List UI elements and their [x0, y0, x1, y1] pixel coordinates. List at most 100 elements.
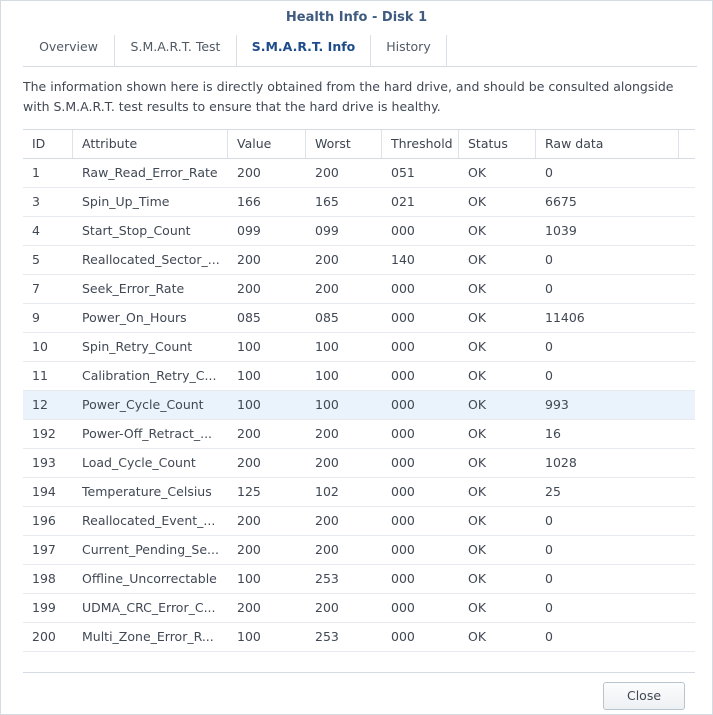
cell-threshold: 000	[391, 542, 415, 557]
cell-threshold: 000	[391, 339, 415, 354]
cell-status: OK	[468, 397, 487, 412]
cell-status: OK	[468, 600, 487, 615]
cell-raw-data: 0	[545, 281, 553, 296]
cell-raw-data: 0	[545, 600, 553, 615]
cell-status: OK	[468, 542, 487, 557]
tab-bar: Overview S.M.A.R.T. Test S.M.A.R.T. Info…	[23, 35, 697, 67]
tab-overview[interactable]: Overview	[23, 35, 115, 66]
column-header-attribute[interactable]: Attribute	[73, 130, 228, 158]
cell-raw-data: 0	[545, 368, 553, 383]
column-header-id[interactable]: ID	[23, 130, 73, 158]
table-row[interactable]: 193 Load_Cycle_Count 200 200 000 OK 1028	[23, 449, 695, 478]
cell-id: 1	[32, 165, 40, 180]
cell-id: 10	[32, 339, 48, 354]
cell-value: 100	[237, 368, 261, 383]
cell-attribute: Load_Cycle_Count	[82, 455, 196, 470]
table-row[interactable]: 196 Reallocated_Event_... 200 200 000 OK 0	[23, 507, 695, 536]
column-header-worst[interactable]: Worst	[306, 130, 382, 158]
cell-raw-data: 0	[545, 542, 553, 557]
table-row[interactable]: 1 Raw_Read_Error_Rate 200 200 051 OK 0	[23, 159, 695, 188]
cell-attribute: Spin_Up_Time	[82, 194, 170, 209]
cell-attribute: Power_On_Hours	[82, 310, 187, 325]
cell-raw-data: 16	[545, 426, 561, 441]
cell-raw-data: 0	[545, 629, 553, 644]
cell-value: 200	[237, 281, 261, 296]
cell-threshold: 000	[391, 600, 415, 615]
tab-smart-info[interactable]: S.M.A.R.T. Info	[237, 35, 371, 66]
cell-threshold: 000	[391, 368, 415, 383]
cell-id: 194	[32, 484, 56, 499]
cell-worst: 200	[315, 252, 339, 267]
cell-raw-data: 0	[545, 513, 553, 528]
tab-history[interactable]: History	[371, 35, 447, 66]
cell-value: 125	[237, 484, 261, 499]
table-row[interactable]: 12 Power_Cycle_Count 100 100 000 OK 993	[23, 391, 695, 420]
cell-raw-data: 11406	[545, 310, 585, 325]
cell-status: OK	[468, 252, 487, 267]
cell-value: 200	[237, 600, 261, 615]
close-button[interactable]: Close	[603, 682, 685, 710]
cell-threshold: 021	[391, 194, 415, 209]
table-row[interactable]: 9 Power_On_Hours 085 085 000 OK 11406	[23, 304, 695, 333]
cell-status: OK	[468, 194, 487, 209]
cell-worst: 200	[315, 165, 339, 180]
cell-raw-data: 1039	[545, 223, 577, 238]
table-row[interactable]: 200 Multi_Zone_Error_R... 100 253 000 OK 0	[23, 623, 695, 652]
table-row[interactable]: 10 Spin_Retry_Count 100 100 000 OK 0	[23, 333, 695, 362]
table-row[interactable]: 5 Reallocated_Sector_... 200 200 140 OK 0	[23, 246, 695, 275]
cell-attribute: Current_Pending_Se...	[82, 542, 219, 557]
cell-worst: 102	[315, 484, 339, 499]
cell-raw-data: 1028	[545, 455, 577, 470]
cell-status: OK	[468, 455, 487, 470]
cell-value: 200	[237, 252, 261, 267]
cell-attribute: Power_Cycle_Count	[82, 397, 204, 412]
table-row[interactable]: 199 UDMA_CRC_Error_C... 200 200 000 OK 0	[23, 594, 695, 623]
cell-worst: 085	[315, 310, 339, 325]
cell-worst: 200	[315, 513, 339, 528]
cell-attribute: Calibration_Retry_C...	[82, 368, 217, 383]
cell-value: 100	[237, 339, 261, 354]
table-row[interactable]: 3 Spin_Up_Time 166 165 021 OK 6675	[23, 188, 695, 217]
table-row[interactable]: 7 Seek_Error_Rate 200 200 000 OK 0	[23, 275, 695, 304]
cell-raw-data: 6675	[545, 194, 577, 209]
cell-worst: 100	[315, 397, 339, 412]
cell-value: 100	[237, 629, 261, 644]
health-info-dialog: Health Info - Disk 1 Overview S.M.A.R.T.…	[0, 0, 713, 715]
cell-raw-data: 0	[545, 165, 553, 180]
cell-status: OK	[468, 426, 487, 441]
table-row[interactable]: 11 Calibration_Retry_C... 100 100 000 OK 0	[23, 362, 695, 391]
table-header: ID Attribute Value Worst Threshold Status Raw …	[23, 130, 695, 159]
cell-worst: 200	[315, 426, 339, 441]
cell-threshold: 000	[391, 281, 415, 296]
cell-worst: 253	[315, 571, 339, 586]
column-header-raw-data[interactable]: Raw data	[536, 130, 679, 158]
cell-value: 200	[237, 165, 261, 180]
column-header-threshold[interactable]: Threshold	[382, 130, 459, 158]
tab-smart-test[interactable]: S.M.A.R.T. Test	[115, 35, 237, 66]
cell-worst: 200	[315, 455, 339, 470]
column-header-filler	[679, 130, 695, 158]
column-header-status[interactable]: Status	[459, 130, 536, 158]
table-row[interactable]: 192 Power-Off_Retract_... 200 200 000 OK 16	[23, 420, 695, 449]
cell-status: OK	[468, 571, 487, 586]
cell-value: 166	[237, 194, 261, 209]
table-row[interactable]: 4 Start_Stop_Count 099 099 000 OK 1039	[23, 217, 695, 246]
cell-id: 199	[32, 600, 56, 615]
cell-worst: 200	[315, 281, 339, 296]
cell-id: 197	[32, 542, 56, 557]
cell-attribute: Offline_Uncorrectable	[82, 571, 217, 586]
cell-value: 085	[237, 310, 261, 325]
cell-id: 200	[32, 629, 56, 644]
cell-id: 9	[32, 310, 40, 325]
cell-id: 196	[32, 513, 56, 528]
cell-value: 200	[237, 513, 261, 528]
cell-worst: 165	[315, 194, 339, 209]
cell-threshold: 000	[391, 455, 415, 470]
table-row[interactable]: 198 Offline_Uncorrectable 100 253 000 OK 0	[23, 565, 695, 594]
table-row[interactable]: 197 Current_Pending_Se... 200 200 000 OK 0	[23, 536, 695, 565]
table-row[interactable]: 194 Temperature_Celsius 125 102 000 OK 25	[23, 478, 695, 507]
cell-status: OK	[468, 310, 487, 325]
column-header-value[interactable]: Value	[228, 130, 306, 158]
description-text: The information shown here is directly o…	[23, 79, 674, 114]
cell-raw-data: 0	[545, 252, 553, 267]
